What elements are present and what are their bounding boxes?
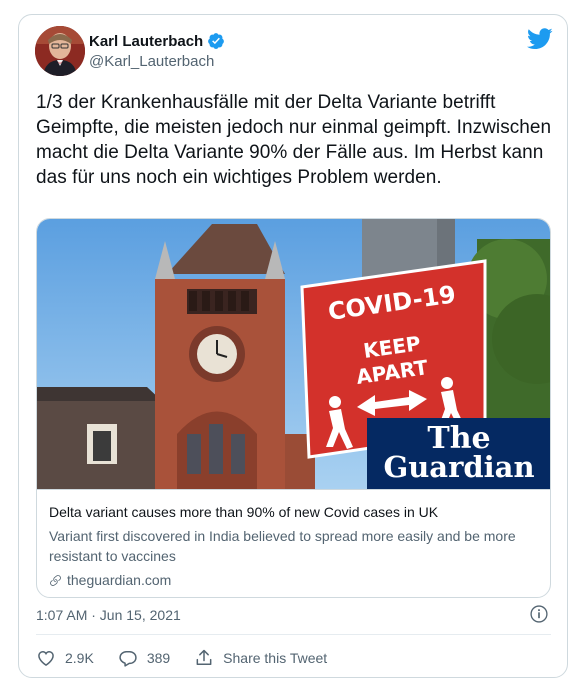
guardian-brand-name: Guardian xyxy=(383,450,534,484)
share-button[interactable]: Share this Tweet xyxy=(194,648,327,668)
link-preview-text[interactable]: Delta variant causes more than 90% of ne… xyxy=(37,489,550,597)
tweet-timestamp[interactable]: 1:07 AM · Jun 15, 2021 xyxy=(36,607,181,623)
info-icon[interactable] xyxy=(529,604,549,624)
reply-count: 389 xyxy=(146,650,171,666)
tweet-text: 1/3 der Krankenhausfälle mit der Delta V… xyxy=(36,92,552,188)
share-label: Share this Tweet xyxy=(223,650,328,666)
verified-badge-icon xyxy=(208,33,225,49)
author-name[interactable]: Karl Lauterbach xyxy=(89,32,225,50)
avatar-image xyxy=(35,26,85,76)
link-domain-text: theguardian.com xyxy=(67,572,172,588)
link-title[interactable]: Delta variant causes more than 90% of ne… xyxy=(49,504,438,520)
twitter-bird-icon[interactable] xyxy=(527,28,553,50)
link-domain[interactable]: theguardian.com xyxy=(49,572,171,588)
author-handle[interactable]: @Karl_Lauterbach xyxy=(89,53,214,70)
tweet-card: Karl Lauterbach @Karl_Lauterbach 1/3 der… xyxy=(18,14,568,678)
link-description: Variant first discovered in India believ… xyxy=(49,528,516,564)
link-preview-card[interactable]: COVID-19 KEEP APART The Guardian Delta v… xyxy=(36,218,551,598)
avatar[interactable] xyxy=(35,26,85,76)
speech-bubble-icon xyxy=(119,651,137,667)
divider xyxy=(36,634,551,635)
like-count: 2.9K xyxy=(65,650,94,666)
like-button[interactable]: 2.9K xyxy=(36,648,94,668)
author-name-text: Karl Lauterbach xyxy=(89,32,204,50)
heart-icon xyxy=(38,650,54,666)
tweet-actions: 2.9K 389 Share this Tweet xyxy=(36,647,351,669)
article-image: COVID-19 KEEP APART The Guardian xyxy=(37,219,550,489)
share-upload-icon xyxy=(196,649,212,665)
link-icon xyxy=(50,574,61,586)
reply-button[interactable]: 389 xyxy=(118,648,170,668)
